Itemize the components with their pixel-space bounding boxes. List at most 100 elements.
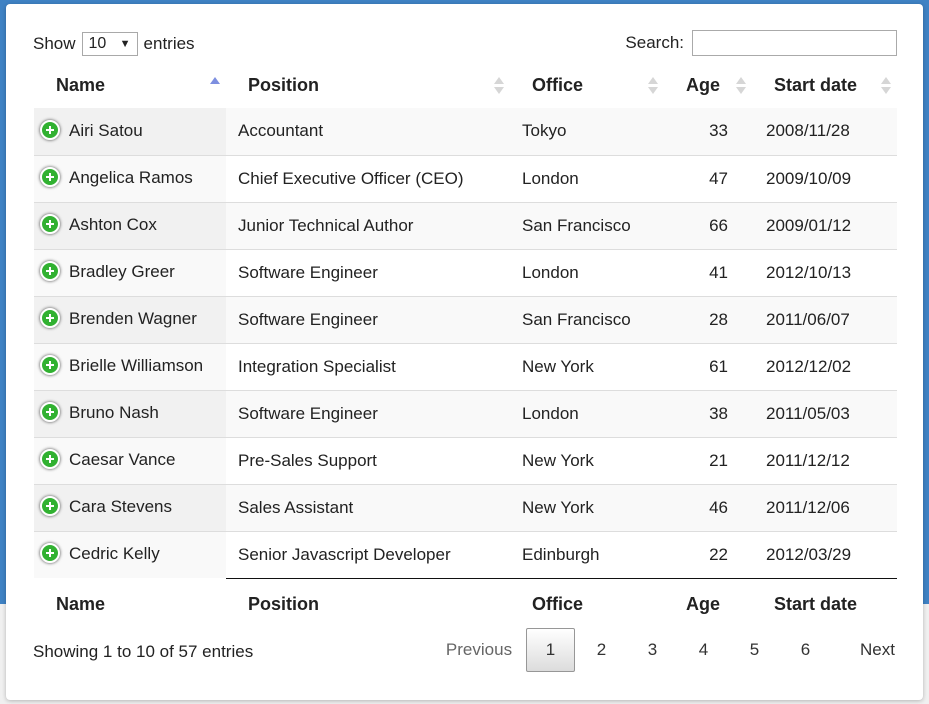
cell-position: Software Engineer [226, 389, 510, 437]
cell-start-date: 2012/03/29 [752, 530, 897, 579]
search-control: Search: [625, 30, 897, 56]
cell-age: 28 [664, 295, 752, 343]
employees-table: Name Position Office Age Start date Airi… [34, 62, 897, 630]
column-header-start-date[interactable]: Start date [752, 62, 897, 108]
page-button-1[interactable]: 1 [526, 628, 575, 672]
table-row[interactable]: Brielle Williamson Integration Specialis… [34, 342, 897, 390]
cell-position: Junior Technical Author [226, 201, 510, 249]
length-prefix: Show [33, 34, 76, 53]
table-row[interactable]: Cara Stevens Sales Assistant New York 46… [34, 483, 897, 531]
cell-start-date: 2009/01/12 [752, 201, 897, 249]
cell-start-date: 2011/06/07 [752, 295, 897, 343]
table-row[interactable]: Caesar Vance Pre-Sales Support New York … [34, 436, 897, 484]
cell-position: Sales Assistant [226, 483, 510, 531]
cell-age: 41 [664, 248, 752, 296]
plus-circle-icon[interactable] [40, 354, 60, 375]
cell-office: London [510, 389, 664, 437]
cell-age: 66 [664, 201, 752, 249]
sort-both-icon [648, 77, 658, 95]
cell-name[interactable]: Cara Stevens [34, 483, 226, 531]
cell-start-date: 2012/10/13 [752, 248, 897, 296]
plus-circle-icon[interactable] [40, 401, 60, 422]
cell-age: 33 [664, 108, 752, 155]
cell-office: San Francisco [510, 295, 664, 343]
column-header-office[interactable]: Office [510, 62, 664, 108]
cell-age: 47 [664, 154, 752, 202]
plus-circle-icon[interactable] [40, 119, 60, 140]
plus-circle-icon[interactable] [40, 307, 60, 328]
sort-both-icon [736, 77, 746, 95]
cell-age: 21 [664, 436, 752, 484]
table-row[interactable]: Airi Satou Accountant Tokyo 33 2008/11/2… [34, 108, 897, 155]
cell-office: New York [510, 342, 664, 390]
table-row[interactable]: Brenden Wagner Software Engineer San Fra… [34, 295, 897, 343]
cell-name[interactable]: Caesar Vance [34, 436, 226, 484]
cell-position: Senior Javascript Developer [226, 530, 510, 579]
plus-circle-icon[interactable] [40, 213, 60, 234]
cell-name[interactable]: Airi Satou [34, 108, 226, 155]
footer-header-office: Office [532, 593, 584, 614]
cell-position: Software Engineer [226, 248, 510, 296]
datatable-panel: Show 10 ▼ entries Search: Name Position … [6, 4, 923, 700]
cell-start-date: 2012/12/02 [752, 342, 897, 390]
next-page-button[interactable]: Next [831, 628, 895, 672]
plus-circle-icon[interactable] [40, 495, 60, 516]
search-input[interactable] [692, 30, 897, 56]
cell-age: 22 [664, 530, 752, 579]
cell-position: Pre-Sales Support [226, 436, 510, 484]
previous-page-button[interactable]: Previous [433, 628, 525, 672]
cell-name[interactable]: Brielle Williamson [34, 342, 226, 390]
page-button-3[interactable]: 3 [627, 628, 678, 672]
cell-name[interactable]: Ashton Cox [34, 201, 226, 249]
plus-circle-icon[interactable] [40, 260, 60, 281]
entries-select-value: 10 [88, 35, 107, 52]
column-header-age[interactable]: Age [664, 62, 752, 108]
cell-position: Accountant [226, 108, 510, 155]
column-header-position[interactable]: Position [226, 62, 510, 108]
cell-office: Tokyo [510, 108, 664, 155]
cell-position: Chief Executive Officer (CEO) [226, 154, 510, 202]
entries-length-control: Show 10 ▼ entries [33, 32, 195, 56]
page-button-2[interactable]: 2 [576, 628, 627, 672]
table-row[interactable]: Bruno Nash Software Engineer London 38 2… [34, 389, 897, 437]
table-row[interactable]: Ashton Cox Junior Technical Author San F… [34, 201, 897, 249]
cell-office: London [510, 154, 664, 202]
page-button-4[interactable]: 4 [678, 628, 729, 672]
page-button-5[interactable]: 5 [729, 628, 780, 672]
cell-office: Edinburgh [510, 530, 664, 579]
plus-circle-icon[interactable] [40, 448, 60, 469]
cell-age: 46 [664, 483, 752, 531]
cell-age: 61 [664, 342, 752, 390]
table-footer-row: Name Position Office Age Start date [34, 578, 897, 630]
footer-header-name: Name [56, 593, 106, 614]
cell-name[interactable]: Bruno Nash [34, 389, 226, 437]
entries-select[interactable]: 10 ▼ [81, 32, 138, 56]
cell-name[interactable]: Bradley Greer [34, 248, 226, 296]
plus-circle-icon[interactable] [40, 543, 60, 563]
cell-office: San Francisco [510, 201, 664, 249]
page-button-6[interactable]: 6 [780, 628, 831, 672]
cell-start-date: 2011/12/12 [752, 436, 897, 484]
cell-position: Integration Specialist [226, 342, 510, 390]
cell-start-date: 2011/05/03 [752, 389, 897, 437]
cell-start-date: 2008/11/28 [752, 108, 897, 155]
cell-office: New York [510, 483, 664, 531]
sort-asc-icon [210, 77, 220, 95]
pagination: Previous 1 2 3 4 5 6 Next [433, 628, 895, 672]
column-header-name[interactable]: Name [34, 62, 226, 108]
table-row[interactable]: Cedric Kelly Senior Javascript Developer… [34, 530, 897, 579]
cell-office: New York [510, 436, 664, 484]
chevron-down-icon: ▼ [119, 38, 131, 50]
cell-position: Software Engineer [226, 295, 510, 343]
table-row[interactable]: Bradley Greer Software Engineer London 4… [34, 248, 897, 296]
table-header-row: Name Position Office Age Start date [34, 62, 897, 108]
footer-header-position: Position [248, 593, 319, 614]
table-row[interactable]: Angelica Ramos Chief Executive Officer (… [34, 154, 897, 202]
cell-name[interactable]: Angelica Ramos [34, 154, 226, 202]
cell-office: London [510, 248, 664, 296]
cell-name[interactable]: Cedric Kelly [34, 530, 226, 578]
cell-start-date: 2009/10/09 [752, 154, 897, 202]
cell-age: 38 [664, 389, 752, 437]
cell-name[interactable]: Brenden Wagner [34, 295, 226, 343]
plus-circle-icon[interactable] [40, 166, 60, 187]
